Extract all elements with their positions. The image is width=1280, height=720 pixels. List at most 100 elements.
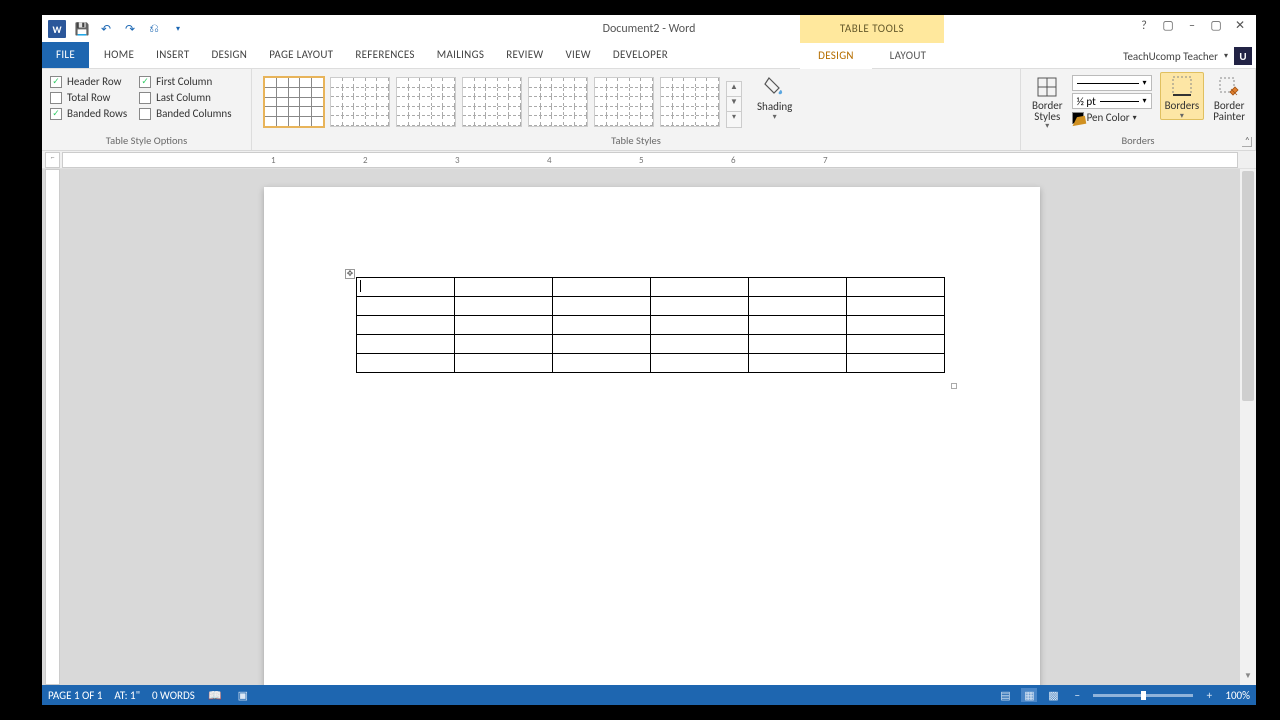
borders-button[interactable]: Borders ▾: [1160, 72, 1205, 120]
table-cell[interactable]: [847, 278, 945, 297]
document-table[interactable]: [356, 277, 945, 373]
user-name-label[interactable]: TeachUcomp Teacher: [1123, 50, 1218, 63]
table-cell[interactable]: [749, 354, 847, 373]
tab-design[interactable]: DESIGN: [200, 42, 258, 68]
tab-developer[interactable]: DEVELOPER: [602, 42, 679, 68]
shading-button[interactable]: Shading ▾: [752, 73, 797, 120]
horizontal-ruler[interactable]: 1234567: [62, 152, 1238, 168]
check-total-row[interactable]: Total Row: [50, 91, 127, 104]
spellcheck-icon[interactable]: 📖: [207, 688, 223, 702]
table-row[interactable]: [357, 316, 945, 335]
check-banded-columns[interactable]: Banded Columns: [139, 107, 231, 120]
tab-table-design[interactable]: DESIGN: [800, 43, 872, 69]
ribbon-display-options-icon[interactable]: ▢: [1156, 15, 1180, 37]
redo-icon[interactable]: ↷: [122, 21, 138, 37]
table-cell[interactable]: [455, 335, 553, 354]
pen-color-button[interactable]: Pen Color▾: [1072, 111, 1152, 124]
zoom-slider-knob[interactable]: [1141, 691, 1146, 700]
table-row[interactable]: [357, 278, 945, 297]
save-icon[interactable]: 💾: [74, 21, 90, 37]
minimize-button[interactable]: –: [1180, 15, 1204, 37]
tab-references[interactable]: REFERENCES: [344, 42, 425, 68]
table-cell[interactable]: [553, 354, 651, 373]
help-icon[interactable]: ?: [1132, 15, 1156, 37]
gallery-scroll-down-icon[interactable]: ▼: [727, 97, 741, 112]
table-cell[interactable]: [357, 354, 455, 373]
quick-print-icon[interactable]: ⎌: [146, 21, 162, 37]
table-cell[interactable]: [357, 316, 455, 335]
table-row[interactable]: [357, 297, 945, 316]
check-banded-rows[interactable]: Banded Rows: [50, 107, 127, 120]
tab-mailings[interactable]: MAILINGS: [426, 42, 495, 68]
status-word-count[interactable]: 0 WORDS: [152, 689, 195, 702]
table-cell[interactable]: [651, 278, 749, 297]
undo-icon[interactable]: ↶: [98, 21, 114, 37]
user-avatar[interactable]: U: [1234, 47, 1252, 65]
zoom-in-icon[interactable]: +: [1201, 688, 1217, 702]
zoom-out-icon[interactable]: −: [1069, 688, 1085, 702]
tab-file[interactable]: FILE: [42, 42, 89, 68]
table-cell[interactable]: [651, 354, 749, 373]
macro-record-icon[interactable]: ▣: [235, 688, 251, 702]
tab-insert[interactable]: INSERT: [145, 42, 200, 68]
tab-view[interactable]: VIEW: [555, 42, 602, 68]
status-page[interactable]: PAGE 1 OF 1: [48, 689, 102, 702]
table-cell[interactable]: [749, 278, 847, 297]
table-cell[interactable]: [553, 335, 651, 354]
maximize-button[interactable]: ▢: [1204, 15, 1228, 37]
table-style-thumbnail[interactable]: [330, 77, 390, 127]
table-cell[interactable]: [357, 335, 455, 354]
table-cell[interactable]: [455, 354, 553, 373]
table-cell[interactable]: [749, 335, 847, 354]
table-cell[interactable]: [749, 297, 847, 316]
zoom-level[interactable]: 100%: [1225, 689, 1250, 702]
table-cell[interactable]: [847, 354, 945, 373]
gallery-more-icon[interactable]: ▾: [727, 112, 741, 127]
table-cell[interactable]: [651, 335, 749, 354]
table-style-thumbnail[interactable]: [660, 77, 720, 127]
status-position[interactable]: AT: 1": [114, 689, 140, 702]
qat-customize-icon[interactable]: ▾: [170, 21, 186, 37]
table-style-thumbnail[interactable]: [396, 77, 456, 127]
table-cell[interactable]: [357, 297, 455, 316]
zoom-slider[interactable]: [1093, 694, 1193, 697]
table-cell[interactable]: [455, 297, 553, 316]
table-cell[interactable]: [553, 297, 651, 316]
tab-review[interactable]: REVIEW: [495, 42, 554, 68]
table-cell[interactable]: [651, 297, 749, 316]
user-dropdown-icon[interactable]: ▾: [1224, 51, 1228, 61]
tab-page-layout[interactable]: PAGE LAYOUT: [258, 42, 344, 68]
table-cell[interactable]: [847, 297, 945, 316]
border-styles-button[interactable]: Border Styles ▾: [1027, 73, 1068, 129]
read-mode-view-icon[interactable]: ▤: [997, 688, 1013, 702]
table-style-thumbnail[interactable]: [594, 77, 654, 127]
scroll-down-icon[interactable]: ▼: [1240, 671, 1256, 685]
check-header-row[interactable]: Header Row: [50, 75, 127, 88]
table-style-thumbnail[interactable]: [528, 77, 588, 127]
table-resize-handle-icon[interactable]: [951, 383, 957, 389]
scrollbar-thumb[interactable]: [1242, 171, 1254, 401]
tab-table-layout[interactable]: LAYOUT: [872, 43, 944, 69]
close-button[interactable]: ✕: [1228, 15, 1252, 37]
table-cell[interactable]: [357, 278, 455, 297]
table-cell[interactable]: [749, 316, 847, 335]
web-layout-view-icon[interactable]: ▩: [1045, 688, 1061, 702]
table-cell[interactable]: [553, 278, 651, 297]
page[interactable]: ✥: [264, 187, 1040, 685]
check-last-column[interactable]: Last Column: [139, 91, 231, 104]
table-cell[interactable]: [847, 335, 945, 354]
table-style-thumbnail[interactable]: [462, 77, 522, 127]
vertical-ruler[interactable]: [45, 169, 60, 685]
table-row[interactable]: [357, 335, 945, 354]
border-line-style-select[interactable]: ▾: [1072, 75, 1152, 91]
table-cell[interactable]: [455, 278, 553, 297]
table-cell[interactable]: [455, 316, 553, 335]
border-painter-button[interactable]: Border Painter: [1208, 73, 1250, 122]
border-line-weight-select[interactable]: ½ pt▾: [1072, 93, 1152, 109]
table-move-handle-icon[interactable]: ✥: [345, 269, 355, 279]
check-first-column[interactable]: First Column: [139, 75, 231, 88]
vertical-scrollbar[interactable]: ▲ ▼: [1240, 169, 1256, 685]
tab-home[interactable]: HOME: [93, 42, 145, 68]
table-cell[interactable]: [553, 316, 651, 335]
print-layout-view-icon[interactable]: ▦: [1021, 688, 1037, 702]
